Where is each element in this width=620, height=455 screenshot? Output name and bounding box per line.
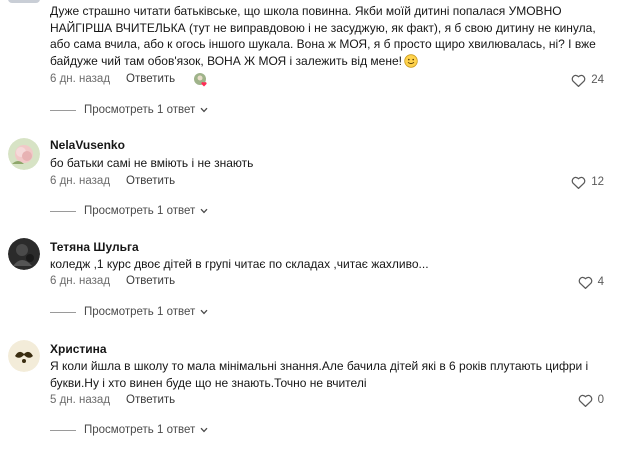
like-count: 0: [597, 394, 604, 406]
divider: [50, 210, 76, 212]
avatar[interactable]: [8, 340, 40, 372]
view-replies-label: Просмотреть 1 ответ: [84, 205, 196, 217]
creator-heart-avatar-icon: [194, 73, 207, 87]
view-replies-button[interactable]: Просмотреть 1 ответ: [50, 203, 208, 219]
comment-text: Я коли йшла в школу то мала мінімальні з…: [50, 359, 589, 390]
chevron-down-icon: [200, 427, 208, 433]
reply-button[interactable]: Ответить: [126, 73, 175, 85]
avatar[interactable]: [8, 0, 40, 3]
comment-time: 5 дн. назад: [50, 394, 111, 406]
like-button[interactable]: 12: [571, 175, 604, 189]
comment-author[interactable]: Тетяна Шульга: [50, 240, 139, 254]
heart-icon: [571, 74, 586, 87]
like-button[interactable]: 4: [578, 275, 604, 289]
comment-text: бо батьки самі не вміють і не знають: [50, 156, 254, 170]
comment-author[interactable]: NelaVusenko: [50, 138, 125, 152]
avatar[interactable]: [8, 238, 40, 270]
comment-text: Дуже страшно читати батьківське, що школ…: [50, 4, 596, 68]
divider: [50, 109, 76, 111]
view-replies-label: Просмотреть 1 ответ: [84, 306, 196, 318]
comment-author[interactable]: Христина: [50, 342, 107, 356]
comment-time: 6 дн. назад: [50, 275, 111, 287]
avatar[interactable]: [8, 138, 40, 170]
chevron-down-icon: [200, 208, 208, 214]
comment-time: 6 дн. назад: [50, 175, 111, 187]
like-button[interactable]: 0: [578, 393, 604, 407]
like-count: 12: [591, 176, 604, 188]
smiling-face-icon: [404, 53, 418, 68]
view-replies-button[interactable]: Просмотреть 1 ответ: [50, 304, 208, 320]
comment-time: 6 дн. назад: [50, 73, 111, 85]
reply-button[interactable]: Ответить: [126, 275, 175, 287]
like-count: 4: [597, 276, 604, 288]
view-replies-label: Просмотреть 1 ответ: [84, 104, 196, 116]
view-replies-button[interactable]: Просмотреть 1 ответ: [50, 422, 208, 438]
chevron-down-icon: [200, 309, 208, 315]
view-replies-button[interactable]: Просмотреть 1 ответ: [50, 102, 208, 118]
like-count: 24: [591, 74, 604, 86]
comment-text: коледж ,1 курс двоє дітей в групі читає …: [50, 257, 429, 271]
reply-button[interactable]: Ответить: [126, 175, 175, 187]
view-replies-label: Просмотреть 1 ответ: [84, 424, 196, 436]
divider: [50, 311, 76, 313]
heart-icon: [578, 394, 592, 407]
heart-icon: [571, 176, 586, 189]
like-button[interactable]: 24: [571, 73, 604, 87]
chevron-down-icon: [200, 107, 208, 113]
heart-icon: [578, 276, 592, 289]
divider: [50, 429, 76, 431]
reply-button[interactable]: Ответить: [126, 394, 175, 406]
